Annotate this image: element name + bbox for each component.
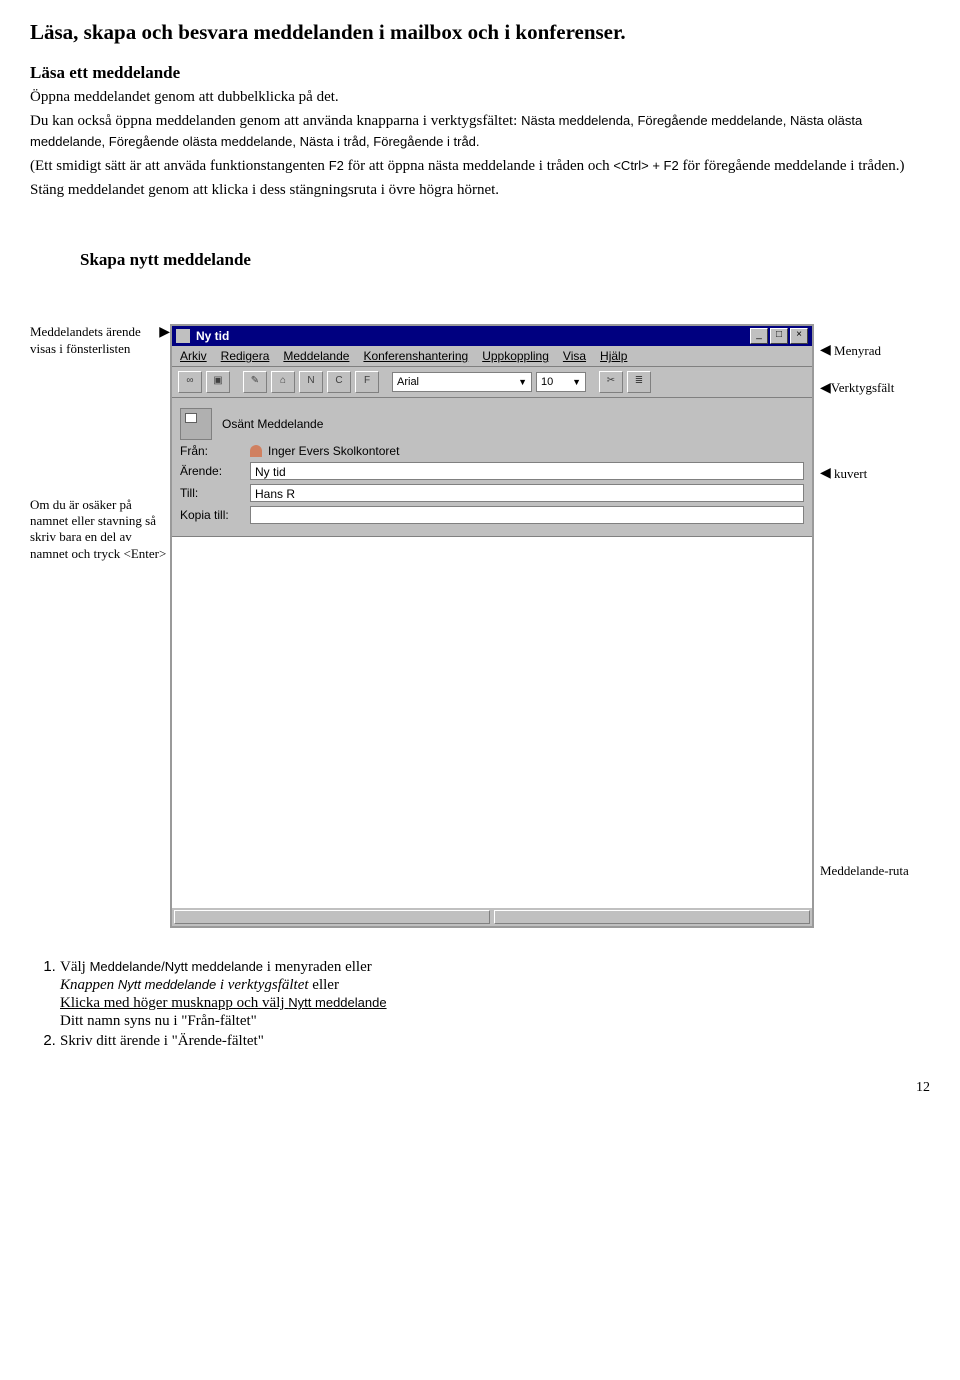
annotation-body: Meddelande-ruta bbox=[820, 863, 910, 879]
arrow-left-icon: ◀ bbox=[820, 342, 831, 360]
toolbar-btn-2[interactable]: ▣ bbox=[206, 371, 230, 393]
person-icon bbox=[250, 445, 262, 457]
s1g: eller bbox=[309, 977, 339, 993]
menu-uppkoppling[interactable]: Uppkoppling bbox=[482, 349, 549, 363]
message-body-area[interactable] bbox=[172, 537, 812, 907]
menu-visa[interactable]: Visa bbox=[563, 349, 586, 363]
p3-c: för att öppna nästa meddelande i tråden … bbox=[344, 158, 613, 174]
font-size-select[interactable]: 10 ▼ bbox=[536, 372, 586, 392]
section1-p1: Öppna meddelandet genom att dubbelklicka… bbox=[30, 87, 930, 107]
chevron-down-icon: ▼ bbox=[572, 373, 581, 391]
statusbar-pane-1 bbox=[174, 910, 490, 924]
from-label: Från: bbox=[180, 444, 250, 458]
section1-p4: Stäng meddelandet genom att klicka i des… bbox=[30, 180, 930, 200]
section1-p2: Du kan också öppna meddelanden genom att… bbox=[30, 111, 930, 152]
p3-b: F2 bbox=[329, 158, 344, 173]
s1f: i verktygsfältet bbox=[220, 977, 309, 993]
toolbar-btn-5[interactable]: ✂ bbox=[599, 371, 623, 393]
annotation-titlebar: Meddelandets ärende visas i fönsterliste… bbox=[30, 324, 170, 357]
leftnote1-text: Meddelandets ärende visas i fönsterliste… bbox=[30, 324, 159, 357]
window-app-icon bbox=[176, 329, 190, 343]
p2-a: Du kan också öppna meddelanden genom att… bbox=[30, 113, 521, 129]
toolbar-btn-f[interactable]: F bbox=[355, 371, 379, 393]
menu-hjalp[interactable]: Hjälp bbox=[600, 349, 627, 363]
s1a: Välj bbox=[60, 959, 90, 975]
font-size-value: 10 bbox=[541, 373, 553, 391]
s1j: Ditt namn syns nu i "Från-fältet" bbox=[60, 1013, 257, 1029]
annotation-toolbar: ◀ Verktygsfält bbox=[820, 380, 910, 398]
p3-d: <Ctrl> + F2 bbox=[613, 158, 678, 173]
toolbar-btn-4[interactable]: ⌂ bbox=[271, 371, 295, 393]
cc-input[interactable] bbox=[250, 506, 804, 524]
envelope-icon bbox=[180, 408, 212, 440]
arrow-right-icon: ▶ bbox=[159, 324, 170, 357]
chevron-down-icon: ▼ bbox=[518, 373, 527, 391]
toolbar-btn-n[interactable]: N bbox=[299, 371, 323, 393]
p3-a: (Ett smidigt sätt är att anväda funktion… bbox=[30, 158, 329, 174]
toolbar-btn-3[interactable]: ✎ bbox=[243, 371, 267, 393]
step-2: Skriv ditt ärende i "Ärende-fältet" bbox=[60, 1032, 930, 1050]
statusbar bbox=[172, 907, 812, 926]
s1h: Klicka med höger musknapp och välj bbox=[60, 995, 288, 1011]
section1-p3: (Ett smidigt sätt är att anväda funktion… bbox=[30, 156, 930, 176]
arrow-left-icon: ◀ bbox=[820, 380, 831, 398]
p3-e: för föregående meddelande i tråden.) bbox=[679, 158, 905, 174]
step-1: Välj Meddelande/Nytt meddelande i menyra… bbox=[60, 958, 930, 1030]
subject-input[interactable]: Ny tid bbox=[250, 462, 804, 480]
toolbar-btn-1[interactable]: ∞ bbox=[178, 371, 202, 393]
menu-redigera[interactable]: Redigera bbox=[221, 349, 270, 363]
menu-meddelande[interactable]: Meddelande bbox=[283, 349, 349, 363]
font-select[interactable]: Arial ▼ bbox=[392, 372, 532, 392]
rn2-text: Verktygsfält bbox=[831, 380, 895, 396]
cc-label: Kopia till: bbox=[180, 508, 250, 522]
arrow-left-icon: ◀ bbox=[820, 465, 831, 483]
s1i: Nytt meddelande bbox=[288, 995, 386, 1010]
annotation-envelope: ◀ kuvert bbox=[820, 465, 910, 483]
message-status: Osänt Meddelande bbox=[222, 417, 804, 431]
rn3-text: kuvert bbox=[834, 466, 867, 482]
window-titlebar[interactable]: Ny tid _ □ × bbox=[172, 326, 812, 346]
s1e: Nytt meddelande bbox=[118, 977, 220, 992]
section2-heading: Skapa nytt meddelande bbox=[80, 250, 930, 270]
statusbar-pane-2 bbox=[494, 910, 810, 924]
subject-label: Ärende: bbox=[180, 464, 250, 478]
maximize-button[interactable]: □ bbox=[770, 328, 788, 344]
section1-heading: Läsa ett meddelande bbox=[30, 63, 930, 83]
window-title-text: Ny tid bbox=[196, 329, 750, 343]
menubar: Arkiv Redigera Meddelande Konferenshante… bbox=[172, 346, 812, 367]
from-value: Inger Evers Skolkontoret bbox=[268, 444, 804, 458]
rn4-text: Meddelande-ruta bbox=[820, 863, 909, 878]
leftnote2-text: Om du är osäker på namnet eller stavning… bbox=[30, 497, 166, 561]
page-title: Läsa, skapa och besvara meddelanden i ma… bbox=[30, 20, 930, 45]
rn1-text: Menyrad bbox=[834, 343, 881, 359]
s1b: Meddelande/Nytt meddelande bbox=[90, 959, 263, 974]
instruction-list: Välj Meddelande/Nytt meddelande i menyra… bbox=[60, 958, 930, 1050]
s1d: Knappen bbox=[60, 977, 118, 993]
page-number: 12 bbox=[30, 1080, 930, 1096]
annotation-till-field: Om du är osäker på namnet eller stavning… bbox=[30, 497, 170, 562]
font-value: Arial bbox=[397, 373, 419, 391]
menu-arkiv[interactable]: Arkiv bbox=[180, 349, 207, 363]
to-label: Till: bbox=[180, 486, 250, 500]
message-window: Ny tid _ □ × Arkiv Redigera Meddelande K… bbox=[170, 324, 814, 928]
annotation-menubar: ◀ Menyrad bbox=[820, 342, 910, 360]
menu-konferenshantering[interactable]: Konferenshantering bbox=[363, 349, 468, 363]
s1c: i menyraden eller bbox=[263, 959, 372, 975]
toolbar: ∞ ▣ ✎ ⌂ N C F Arial ▼ 10 ▼ ✂ ≣ bbox=[172, 367, 812, 398]
s2-text: Skriv ditt ärende i "Ärende-fältet" bbox=[60, 1033, 264, 1049]
minimize-button[interactable]: _ bbox=[750, 328, 768, 344]
close-button[interactable]: × bbox=[790, 328, 808, 344]
toolbar-btn-6[interactable]: ≣ bbox=[627, 371, 651, 393]
message-header: Osänt Meddelande Från: Inger Evers Skolk… bbox=[172, 398, 812, 537]
to-input[interactable]: Hans R bbox=[250, 484, 804, 502]
toolbar-btn-c[interactable]: C bbox=[327, 371, 351, 393]
